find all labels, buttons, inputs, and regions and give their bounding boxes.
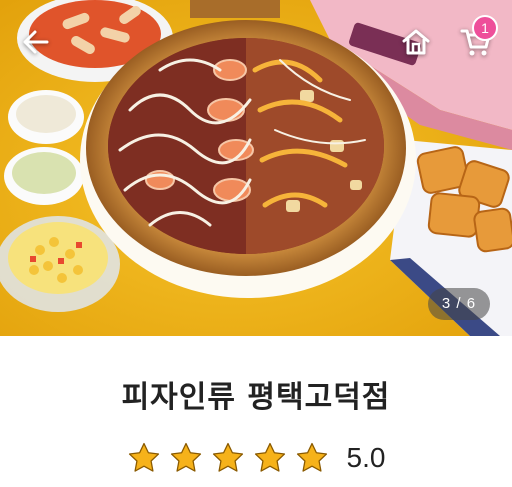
star-icon: [296, 442, 327, 472]
rating-value: 5.0: [346, 442, 386, 473]
star-icon: [128, 442, 159, 472]
rating-stars: [127, 441, 337, 475]
star-icon: [170, 442, 201, 472]
back-button[interactable]: [16, 22, 56, 62]
store-detail-screen: 1 3 / 6 피자인류 평택고덕점 5.0: [0, 0, 512, 487]
star-icon: [254, 442, 285, 472]
store-name: 피자인류 평택고덕점: [121, 380, 391, 415]
cart-button[interactable]: 1: [456, 15, 498, 62]
gallery-page-indicator: 3 / 6: [428, 288, 490, 320]
rating-row: 5.0: [0, 438, 512, 478]
cart-count-badge: 1: [472, 15, 498, 41]
home-button[interactable]: [396, 22, 436, 62]
home-icon: [402, 29, 430, 55]
star-icon: [212, 442, 243, 472]
arrow-left-icon: [23, 30, 49, 54]
